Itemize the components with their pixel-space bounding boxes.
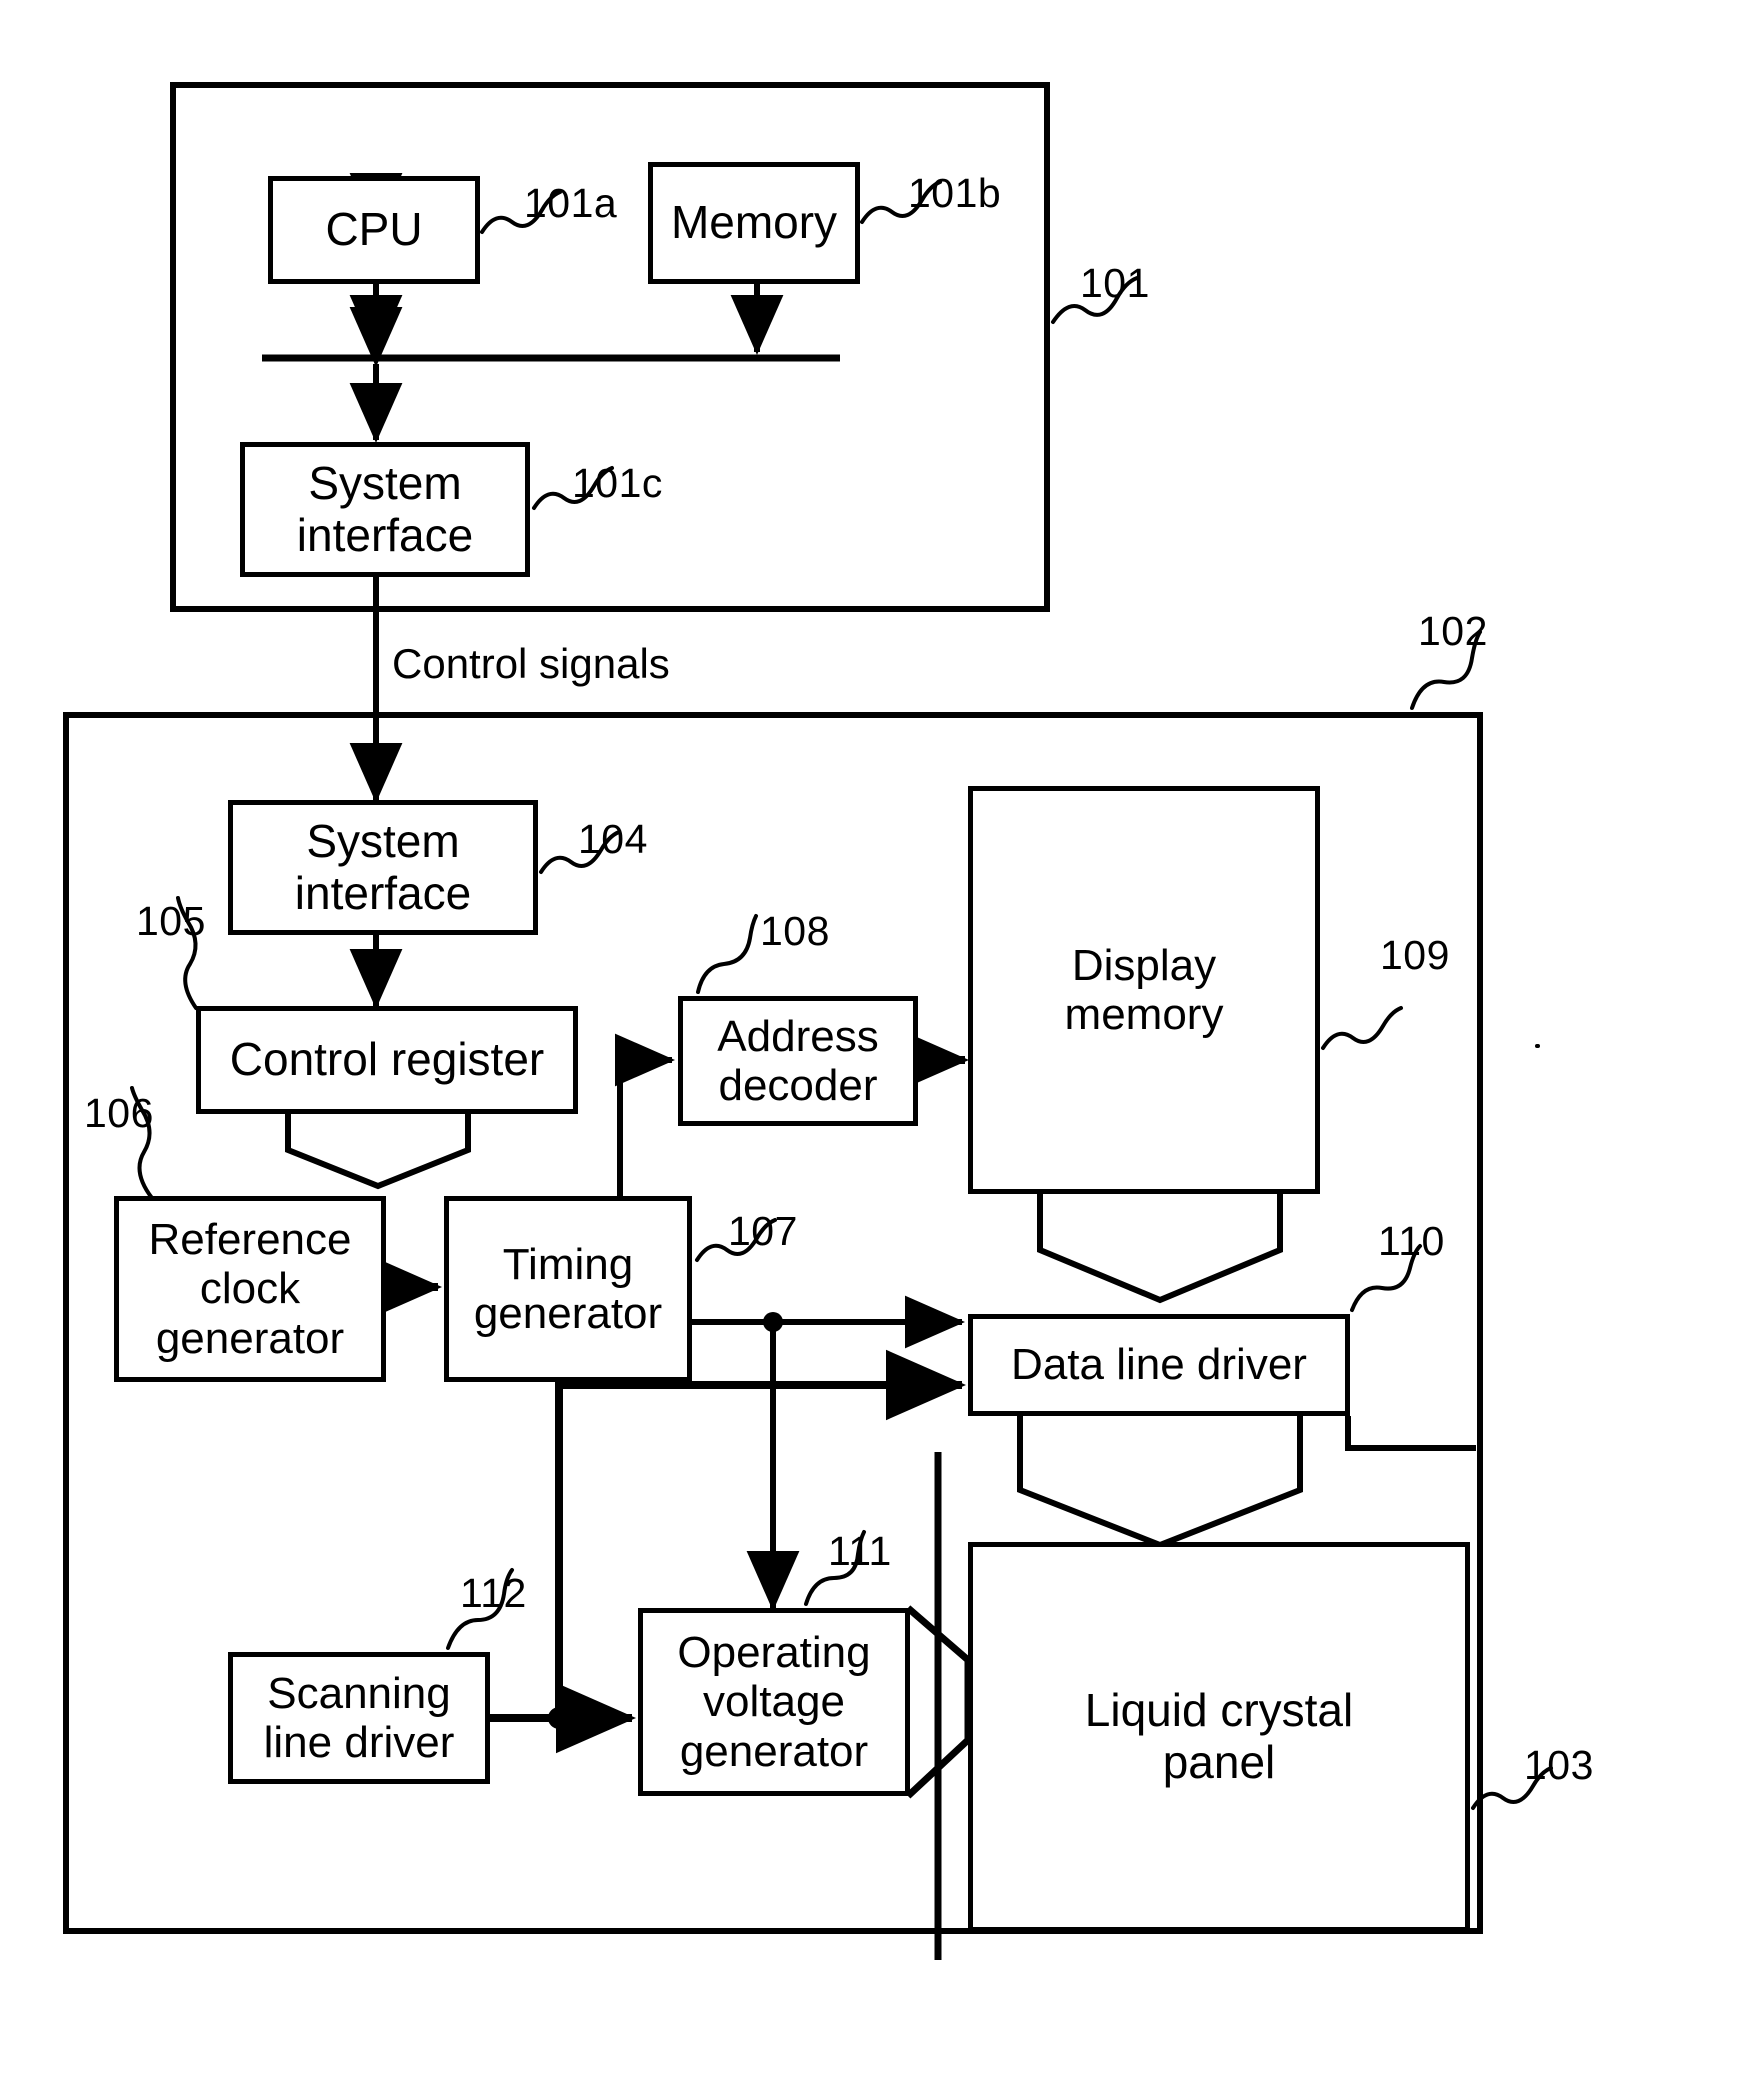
ref-111: 111: [828, 1528, 892, 1574]
ref-108: 108: [760, 908, 830, 954]
ref-101c: 101c: [572, 460, 663, 506]
ref-105: 105: [136, 898, 206, 944]
ref-101b: 101b: [908, 170, 1002, 216]
ref-109: 109: [1380, 932, 1450, 978]
ref-101a: 101a: [524, 180, 618, 226]
ref-101: 101: [1080, 260, 1150, 306]
ref-106: 106: [84, 1090, 154, 1136]
ref-104: 104: [578, 816, 648, 862]
leader-line-102: [1410, 630, 1482, 710]
ref-107: 107: [728, 1208, 798, 1254]
ref-110: 110: [1378, 1218, 1445, 1264]
control-signals-annotation: Control signals: [392, 640, 670, 687]
ref-102: 102: [1418, 608, 1488, 654]
ref-112: 112: [460, 1570, 527, 1616]
patent-figure: CPU Memory System interface System inter…: [0, 0, 1753, 2077]
ref-103: 103: [1524, 1742, 1594, 1788]
